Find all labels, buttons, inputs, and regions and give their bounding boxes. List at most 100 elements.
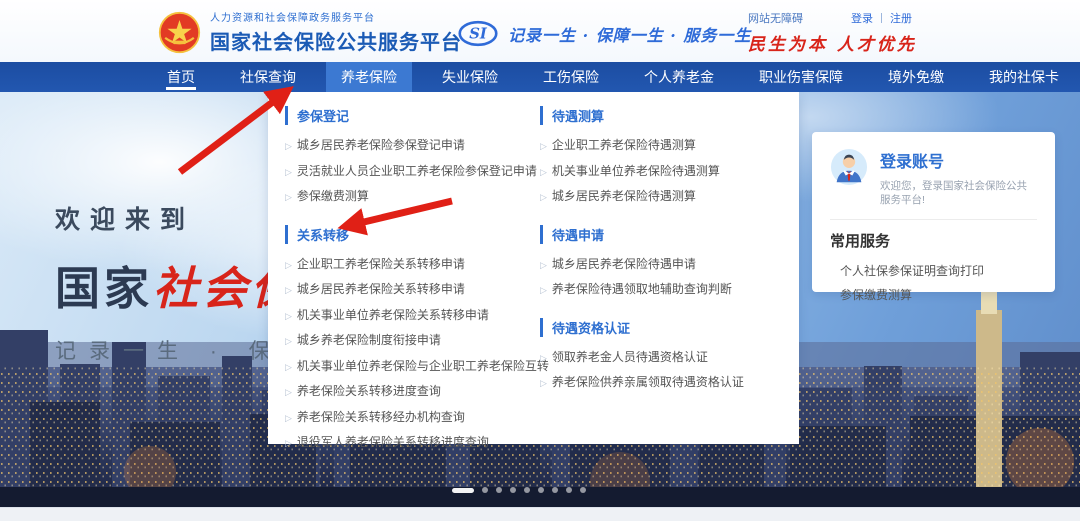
triangle-icon: ▷ (285, 413, 292, 423)
carousel-indicators (452, 487, 594, 493)
menu-link[interactable]: ▷ 企业职工养老保险关系转移申请 (285, 252, 540, 278)
menu-link[interactable]: ▷ 城乡居民养老保险参保登记申请 (285, 133, 540, 159)
login-link[interactable]: 登录 (851, 10, 873, 26)
avatar-icon (830, 148, 868, 186)
menu-link-label: 参保缴费测算 (297, 189, 369, 203)
login-card: 登录账号 欢迎您，登录国家社会保险公共服务平台! 常用服务 个人社保参保证明查询… (812, 132, 1055, 292)
triangle-icon: ▷ (285, 387, 292, 397)
banner-title-dark: 国家 (55, 263, 153, 314)
register-link[interactable]: 注册 (890, 10, 912, 26)
nav-item[interactable]: 职业伤害保障 (744, 62, 858, 92)
menu-link[interactable]: ▷领取养老金人员待遇资格认证 (540, 345, 744, 371)
menu-link[interactable]: ▷企业职工养老保险待遇测算 (540, 133, 744, 159)
menu-link-label: 城乡居民养老保险关系转移申请 (297, 282, 465, 296)
menu-link-label: 养老保险供养亲属领取待遇资格认证 (552, 375, 744, 389)
site-header: 人力资源和社会保障政务服务平台 国家社会保险公共服务平台 SI 记录一生 · 保… (0, 0, 1080, 62)
menu-link-label: 灵活就业人员企业职工养老保险参保登记申请 (297, 164, 537, 178)
section-items: ▷ 城乡居民养老保险待遇申请 ▷养老保险待遇领取地辅助查询判断 (540, 252, 744, 303)
ministry-slogan: 民生为本 人才优先 (748, 30, 1068, 55)
menu-section-registration: 参保登记 ▷城乡居民养老保险参保登记申请▷灵活就业人员企业职工养老保险参保登记申… (285, 106, 540, 210)
menu-link-label: 城乡养老保险制度衔接申请 (297, 333, 441, 347)
login-account-link[interactable]: 登录账号 (880, 148, 1037, 172)
menu-link[interactable]: ▷ 机关事业单位养老保险关系转移申请 (285, 303, 540, 329)
service-link[interactable]: 个人社保参保证明查询打印 (830, 259, 1037, 283)
triangle-icon: ▷ (285, 141, 292, 151)
menu-link-label: 养老保险关系转移经办机构查询 (297, 410, 465, 424)
nav-item[interactable]: 个人养老金 (629, 62, 729, 92)
menu-link-label: 机关事业单位养老保险待遇测算 (552, 164, 720, 178)
menu-column-left: 参保登记 ▷城乡居民养老保险参保登记申请▷灵活就业人员企业职工养老保险参保登记申… (285, 106, 540, 444)
carousel-dot[interactable] (452, 488, 474, 493)
menu-link-label: 养老保险关系转移进度查询 (297, 384, 441, 398)
triangle-icon: ▷ (285, 192, 292, 202)
section-title: 待遇申请 (540, 225, 744, 244)
platform-title: 国家社会保险公共服务平台 (210, 26, 462, 55)
carousel-dot[interactable] (538, 487, 544, 493)
triangle-icon: ▷ (540, 192, 547, 202)
menu-link-label: 城乡居民养老保险待遇测算 (552, 189, 696, 203)
menu-link[interactable]: ▷ 机关事业单位养老保险待遇测算 (540, 159, 744, 185)
triangle-icon: ▷ (285, 260, 292, 270)
triangle-icon: ▷ (540, 167, 547, 177)
nav-item[interactable]: 失业保险 (427, 62, 513, 92)
menu-link-label: 机关事业单位养老保险与企业职工养老保险互转 (297, 359, 549, 373)
platform-subtitle: 人力资源和社会保障政务服务平台 (210, 9, 462, 24)
menu-link-label: 城乡居民养老保险待遇申请 (552, 257, 696, 271)
divider (830, 219, 1037, 220)
main-nav: 首页 社保查询 养老保险 失业保险 工伤保险 个人养老金 职业伤害保障 境外免缴… (0, 62, 1080, 92)
carousel-dot[interactable] (482, 487, 488, 493)
nav-item[interactable]: 境外免缴 (873, 62, 959, 92)
common-services-list: 个人社保参保证明查询打印参保缴费测算 (830, 259, 1037, 307)
triangle-icon: ▷ (285, 438, 292, 448)
menu-link[interactable]: ▷ 养老保险关系转移进度查询 (285, 379, 540, 405)
menu-link[interactable]: ▷ 养老保险供养亲属领取待遇资格认证 (540, 370, 744, 396)
login-welcome-text: 欢迎您，登录国家社会保险公共服务平台! (880, 179, 1037, 207)
menu-link[interactable]: ▷灵活就业人员企业职工养老保险参保登记申请 (285, 159, 540, 185)
menu-link[interactable]: ▷养老保险待遇领取地辅助查询判断 (540, 277, 744, 303)
menu-link[interactable]: ▷机关事业单位养老保险与企业职工养老保险互转 (285, 354, 540, 380)
service-link[interactable]: 参保缴费测算 (830, 283, 1037, 307)
carousel-dot[interactable] (566, 487, 572, 493)
site-logo[interactable]: 人力资源和社会保障政务服务平台 国家社会保险公共服务平台 (158, 9, 462, 55)
nav-item[interactable]: 社保查询 (225, 62, 311, 92)
menu-link[interactable]: ▷ 退役军人养老保险关系转移进度查询 (285, 430, 540, 456)
national-emblem-icon (158, 11, 201, 54)
divider (881, 13, 882, 23)
triangle-icon: ▷ (285, 311, 292, 321)
menu-section-certification: 待遇资格认证 ▷领取养老金人员待遇资格认证▷养老保险供养亲属领取待遇资格认证 (540, 318, 744, 396)
carousel-dot[interactable] (524, 487, 530, 493)
logo-text: 人力资源和社会保障政务服务平台 国家社会保险公共服务平台 (210, 9, 462, 55)
menu-link[interactable]: ▷ 参保缴费测算 (285, 184, 540, 210)
menu-link[interactable]: ▷城乡居民养老保险关系转移申请 (285, 277, 540, 303)
menu-link[interactable]: ▷ 城乡养老保险制度衔接申请 (285, 328, 540, 354)
nav-item[interactable]: 养老保险 (326, 62, 412, 92)
menu-link-label: 机关事业单位养老保险关系转移申请 (297, 308, 489, 322)
nav-item[interactable]: 我的社保卡 (974, 62, 1074, 92)
menu-link-label: 退役军人养老保险关系转移进度查询 (297, 435, 489, 449)
section-items: ▷ 城乡居民养老保险参保登记申请 ▷灵活就业人员企业职工养老保险参保登记申请 ▷ 参保缴… (285, 133, 540, 210)
menu-link-label: 企业职工养老保险关系转移申请 (297, 257, 465, 271)
section-items: ▷企业职工养老保险待遇测算▷机关事业单位养老保险待遇测算▷城乡居民养老保险待遇测… (540, 133, 744, 210)
page: 人力资源和社会保障政务服务平台 国家社会保险公共服务平台 SI 记录一生 · 保… (0, 0, 1080, 521)
hero-banner: 欢迎来到 国家社会保险 记录一生 · 保障一生 · 服务一生 参保登记 ▷城乡居… (0, 92, 1080, 507)
section-title: 关系转移 (285, 225, 540, 244)
menu-link[interactable]: ▷ 城乡居民养老保险待遇申请 (540, 252, 744, 278)
menu-link[interactable]: ▷ 城乡居民养老保险待遇测算 (540, 184, 744, 210)
accessibility-link[interactable]: 网站无障碍 (748, 10, 803, 26)
carousel-dot[interactable] (496, 487, 502, 493)
triangle-icon: ▷ (540, 141, 547, 151)
carousel-dot[interactable] (552, 487, 558, 493)
triangle-icon: ▷ (540, 260, 547, 270)
menu-link-label: 城乡居民养老保险参保登记申请 (297, 138, 465, 152)
triangle-icon: ▷ (540, 353, 547, 363)
carousel-dot[interactable] (580, 487, 586, 493)
triangle-icon: ▷ (285, 362, 292, 372)
menu-link[interactable]: ▷ 养老保险关系转移经办机构查询 (285, 405, 540, 431)
si-logo-icon: SI (458, 20, 498, 47)
triangle-icon: ▷ (285, 336, 292, 346)
nav-item[interactable]: 首页 (152, 62, 210, 92)
nav-item[interactable]: 工伤保险 (528, 62, 614, 92)
menu-column-right: 待遇测算 ▷企业职工养老保险待遇测算▷机关事业单位养老保险待遇测算▷城乡居民养老… (540, 106, 744, 444)
carousel-dot[interactable] (510, 487, 516, 493)
triangle-icon: ▷ (540, 378, 547, 388)
